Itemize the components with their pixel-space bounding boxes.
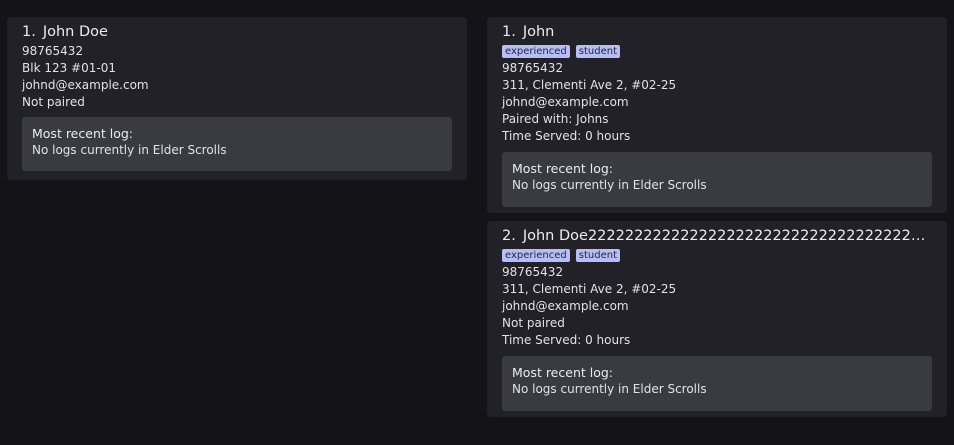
tag-badge: student <box>575 45 621 58</box>
person-phone: 98765432 <box>502 61 564 75</box>
recent-log-title: Most recent log: <box>512 365 614 380</box>
person-pairing: Paired with: Johns <box>502 112 609 126</box>
person-email: johnd@example.com <box>502 299 629 313</box>
recent-log-title: Most recent log: <box>32 126 134 141</box>
person-address: 311, Clementi Ave 2, #02-25 <box>502 78 677 92</box>
person-title: 2. John Doe222222222222222222222222222222… <box>502 227 932 246</box>
tag-list: experienced student <box>502 43 932 60</box>
person-address: Blk 123 #01-01 <box>22 61 116 75</box>
recent-log-panel: Most recent log: No logs currently in El… <box>502 152 932 207</box>
person-phone: 98765432 <box>502 265 564 279</box>
person-index: 1. <box>502 24 516 40</box>
right-person-card-2[interactable]: 2. John Doe222222222222222222222222222222… <box>487 221 947 417</box>
recent-log-body: No logs currently in Elder Scrolls <box>32 143 227 157</box>
person-time-served: Time Served: 0 hours <box>502 333 631 347</box>
person-address: 311, Clementi Ave 2, #02-25 <box>502 282 677 296</box>
person-index: 1. <box>22 24 36 40</box>
tag-badge: student <box>575 249 621 262</box>
person-email: johnd@example.com <box>22 78 149 92</box>
tag-list: experienced student <box>502 247 932 264</box>
person-index: 2. <box>502 228 516 244</box>
person-pairing: Not paired <box>502 316 565 330</box>
person-name: John Doe <box>42 24 108 40</box>
recent-log-body: No logs currently in Elder Scrolls <box>512 178 707 192</box>
recent-log-title: Most recent log: <box>512 161 614 176</box>
person-pairing: Not paired <box>22 95 85 109</box>
right-person-card-1[interactable]: 1. John experienced student 98765432 311,… <box>487 17 947 213</box>
person-name: John <box>522 24 555 40</box>
person-time-served: Time Served: 0 hours <box>502 129 631 143</box>
recent-log-panel: Most recent log: No logs currently in El… <box>22 117 452 171</box>
person-name: John Doe22222222222222222222222222222222… <box>522 228 932 244</box>
person-phone: 98765432 <box>22 44 84 58</box>
tag-badge: experienced <box>502 45 570 58</box>
person-email: johnd@example.com <box>502 95 629 109</box>
left-person-card-1[interactable]: 1. John Doe 98765432 Blk 123 #01-01 johnd… <box>7 17 467 180</box>
recent-log-panel: Most recent log: No logs currently in El… <box>502 356 932 411</box>
tag-badge: experienced <box>502 249 570 262</box>
recent-log-body: No logs currently in Elder Scrolls <box>512 382 707 396</box>
person-title: 1. John <box>502 23 932 42</box>
person-title: 1. John Doe <box>22 23 452 42</box>
